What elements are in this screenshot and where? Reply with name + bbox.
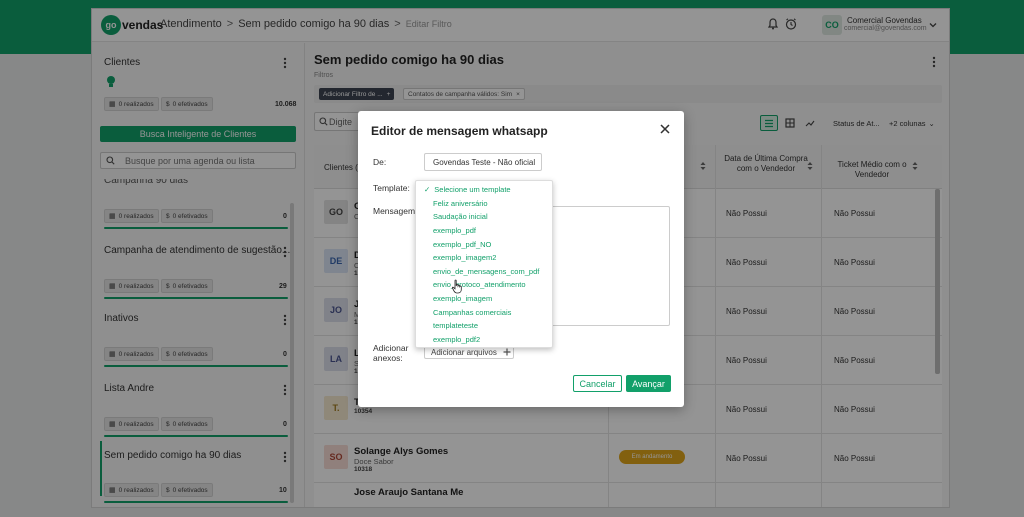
template-option[interactable]: exemplo_pdf2 <box>416 333 554 347</box>
from-label: De: <box>373 157 387 167</box>
next-button[interactable]: Avançar <box>626 375 671 392</box>
template-option[interactable]: Feliz aniversário <box>416 197 554 211</box>
hand-pointer-icon <box>451 279 462 294</box>
plus-icon <box>503 348 511 356</box>
template-option[interactable]: exemplo_pdf <box>416 224 554 238</box>
message-label: Mensagem: <box>373 206 418 216</box>
template-label: Template: <box>373 183 410 193</box>
attach-label: Adicionar anexos: <box>373 343 409 363</box>
cancel-button[interactable]: Cancelar <box>573 375 622 392</box>
template-option[interactable]: envio_de_mensagens_com_pdf <box>416 265 554 279</box>
template-option[interactable]: exemplo_pdf_NO <box>416 237 554 251</box>
template-option[interactable]: Saudação inicial <box>416 210 554 224</box>
template-dropdown: ✓ Selecione um template Feliz aniversário… <box>415 180 553 348</box>
template-option[interactable]: exemplo_imagem <box>416 292 554 306</box>
template-option-label: Selecione um template <box>434 185 511 195</box>
template-option-selected[interactable]: ✓ Selecione um template <box>416 183 554 197</box>
template-option[interactable]: exemplo_imagem2 <box>416 251 554 265</box>
template-option[interactable]: templateteste <box>416 319 554 333</box>
modal-title: Editor de mensagem whatsapp <box>371 124 548 138</box>
sender-select[interactable]: Govendas Teste - Não oficial <box>424 153 542 171</box>
sender-select-value: Govendas Teste - Não oficial <box>433 157 536 167</box>
template-option[interactable]: envio_protoco_atendimento <box>416 278 554 292</box>
template-option[interactable]: Campanhas comerciais <box>416 305 554 319</box>
close-icon[interactable] <box>659 123 671 135</box>
add-files-label: Adicionar arquivos <box>431 347 497 357</box>
checkmark-icon: ✓ <box>424 185 431 195</box>
